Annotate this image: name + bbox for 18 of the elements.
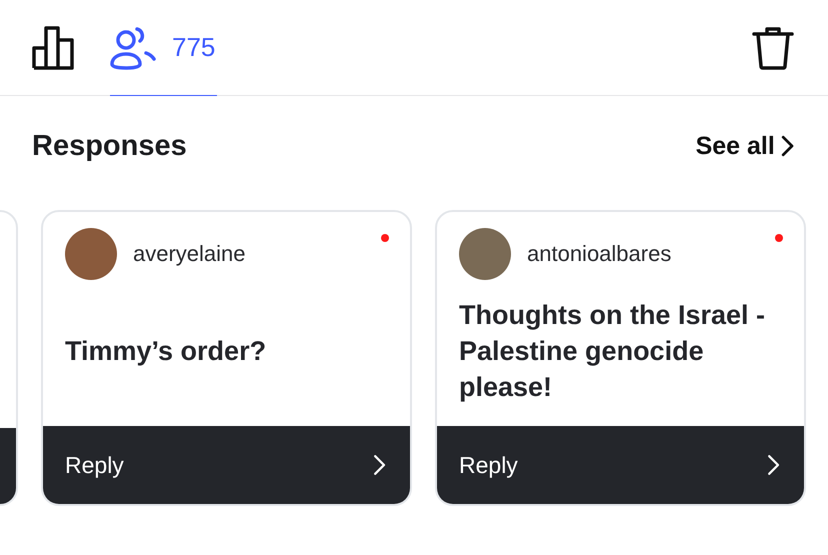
question-text: Timmy’s order? — [65, 335, 266, 368]
trash-icon — [752, 26, 794, 70]
tab[interactable]: 775 — [110, 0, 218, 96]
chevron-right-icon — [780, 135, 794, 157]
username: averyelaine — [133, 241, 246, 267]
chevron-right-icon — [372, 454, 386, 476]
reply-button[interactable]: Reply — [43, 426, 410, 504]
section-title: Responses — [32, 130, 187, 162]
avatar — [459, 228, 511, 280]
username: antonioalbares — [527, 241, 672, 267]
avatar — [65, 228, 117, 280]
chevron-right-icon — [766, 454, 780, 476]
reply-button[interactable]: Reply — [437, 426, 804, 504]
see-all-link[interactable]: See all — [696, 132, 794, 160]
question-text: Thoughts on the Israel - Palestine genocide please! — [459, 299, 766, 404]
people-icon — [110, 26, 156, 70]
delete-button[interactable] — [752, 26, 794, 70]
bar-chart-icon — [32, 26, 76, 70]
